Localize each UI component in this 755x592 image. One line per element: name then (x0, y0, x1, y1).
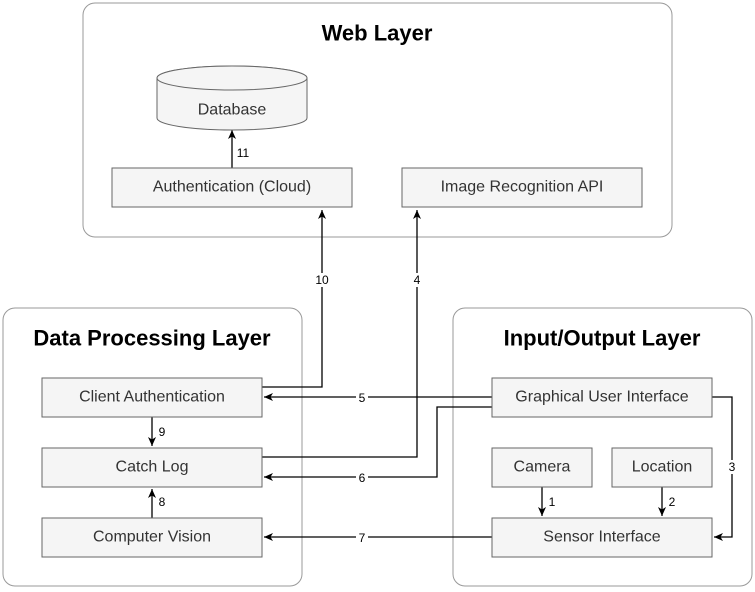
catch-log-label: Catch Log (116, 459, 189, 476)
edge-label-6: 6 (359, 471, 366, 485)
edge-label-8: 8 (159, 495, 166, 509)
location-label: Location (632, 459, 693, 476)
edge-label-11: 11 (237, 146, 250, 160)
edge-label-5: 5 (359, 391, 366, 405)
edge-label-3: 3 (729, 460, 736, 474)
sensor-interface-node: Sensor Interface (491, 517, 713, 558)
camera-label: Camera (514, 459, 571, 476)
image-api-label: Image Recognition API (441, 179, 604, 196)
io-layer-title: Input/Output Layer (504, 326, 701, 351)
edge-label-10: 10 (315, 273, 329, 287)
sensor-label: Sensor Interface (543, 529, 661, 546)
edge-label-1: 1 (549, 495, 556, 509)
gui-label: Graphical User Interface (515, 389, 689, 406)
client-auth-label: Client Authentication (79, 389, 225, 406)
gui-node: Graphical User Interface (491, 377, 713, 418)
architecture-diagram: Web Layer Data Processing Layer Input/Ou… (2, 2, 753, 587)
client-authentication-node: Client Authentication (41, 377, 263, 418)
data-processing-layer-title: Data Processing Layer (33, 326, 271, 351)
catch-log-node: Catch Log (41, 447, 263, 488)
camera-node: Camera (491, 447, 593, 488)
auth-cloud-label: Authentication (Cloud) (153, 179, 311, 196)
database-node: Database (156, 65, 308, 131)
location-node: Location (611, 447, 713, 488)
edge-label-4: 4 (414, 273, 421, 287)
auth-cloud-node: Authentication (Cloud) (111, 167, 353, 208)
database-label: Database (198, 102, 267, 119)
edge-label-9: 9 (159, 425, 166, 439)
web-layer-title: Web Layer (322, 21, 433, 46)
image-recognition-api-node: Image Recognition API (401, 167, 643, 208)
edge-label-2: 2 (669, 495, 676, 509)
edge-label-7: 7 (359, 531, 366, 545)
computer-vision-label: Computer Vision (93, 529, 211, 546)
computer-vision-node: Computer Vision (41, 517, 263, 558)
